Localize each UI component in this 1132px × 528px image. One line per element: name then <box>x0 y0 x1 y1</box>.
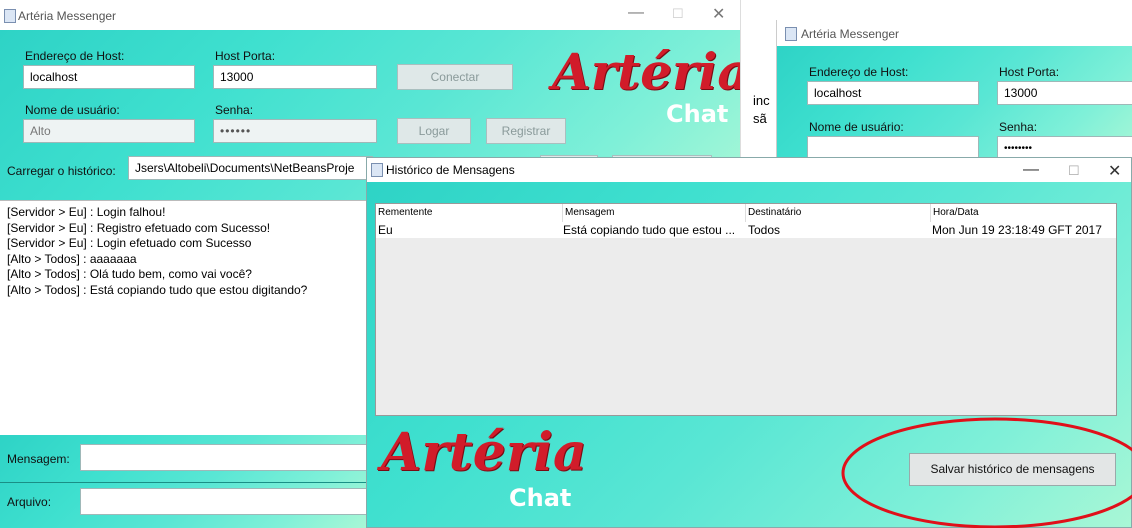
port-field[interactable]: 13000 <box>213 65 377 89</box>
username-label: Nome de usuário: <box>809 120 904 134</box>
minimize-icon[interactable]: — <box>1023 161 1039 179</box>
log-line: [Alto > Todos] : aaaaaaa <box>7 251 137 266</box>
log-line: [Alto > Todos] : Olá tudo bem, como vai … <box>7 267 252 281</box>
partial-text: inc <box>753 93 770 108</box>
app-logo-chat: Chat <box>509 484 572 512</box>
password-label: Senha: <box>215 103 254 117</box>
column-divider <box>930 204 931 222</box>
main-window-title: Artéria Messenger <box>18 9 117 23</box>
close-icon[interactable]: ✕ <box>712 4 725 24</box>
app-logo-chat: Chat <box>666 100 729 128</box>
table-row[interactable]: Eu Está copiando tudo que estou ... Todo… <box>376 222 1116 238</box>
annotation-ellipse <box>841 417 1132 528</box>
host-label: Endereço de Host: <box>25 49 125 63</box>
right-connection-panel: Endereço de Host: localhost Host Porta: … <box>777 46 1132 160</box>
log-line: [Servidor > Eu] : Registro efetuado com … <box>7 220 271 235</box>
chat-log[interactable]: [Servidor > Eu] : Login falhou! [Servido… <box>0 200 368 436</box>
message-label: Mensagem: <box>7 452 70 466</box>
history-path-field[interactable]: Jsers\Altobeli\Documents\NetBeansProje <box>128 156 373 180</box>
app-logo: Artéria <box>552 42 750 101</box>
column-header-sender[interactable]: Rementente <box>378 207 432 218</box>
port-field[interactable]: 13000 <box>997 81 1132 105</box>
column-header-datetime[interactable]: Hora/Data <box>933 207 979 218</box>
file-input[interactable] <box>80 488 370 515</box>
file-label: Arquivo: <box>7 495 52 509</box>
divider <box>0 482 368 483</box>
column-divider <box>745 204 746 222</box>
log-line: [Servidor > Eu] : Login efetuado com Suc… <box>7 236 252 250</box>
java-app-icon <box>4 9 16 23</box>
right-window: Artéria Messenger Endereço de Host: loca… <box>776 20 1132 160</box>
history-label: Carregar o histórico: <box>7 164 116 178</box>
host-field[interactable]: localhost <box>23 65 195 89</box>
annotation-ellipse-stroke <box>841 417 1132 528</box>
log-line: [Servidor > Eu] : Login falhou! <box>7 205 166 219</box>
column-header-message[interactable]: Mensagem <box>565 207 614 218</box>
connect-button[interactable]: Conectar <box>397 64 513 90</box>
cell-datetime: Mon Jun 19 23:18:49 GFT 2017 <box>932 223 1102 237</box>
message-panel: Mensagem: Arquivo: <box>0 435 370 528</box>
host-label: Endereço de Host: <box>809 65 909 79</box>
cell-sender: Eu <box>378 223 393 237</box>
partial-text: sã <box>753 111 767 126</box>
password-label: Senha: <box>999 120 1038 134</box>
cell-message: Está copiando tudo que estou ... <box>563 223 736 237</box>
password-field[interactable]: •••••• <box>213 119 377 143</box>
right-window-title: Artéria Messenger <box>801 27 900 41</box>
port-label: Host Porta: <box>215 49 276 63</box>
log-line: [Alto > Todos] : Está copiando tudo que … <box>7 282 308 297</box>
maximize-icon[interactable]: ☐ <box>672 6 684 22</box>
java-app-icon <box>785 27 797 41</box>
login-button[interactable]: Logar <box>397 118 471 144</box>
column-divider <box>562 204 563 222</box>
right-window-titlebar: Artéria Messenger <box>777 20 1132 46</box>
port-label: Host Porta: <box>999 65 1060 79</box>
username-field[interactable]: Alto <box>23 119 195 143</box>
register-button[interactable]: Registrar <box>486 118 566 144</box>
cell-recipient: Todos <box>748 223 781 237</box>
minimize-icon[interactable]: — <box>628 4 644 22</box>
column-header-recipient[interactable]: Destinatário <box>748 207 801 218</box>
history-title: Histórico de Mensagens <box>386 163 515 177</box>
history-titlebar: Histórico de Mensagens — ☐ ✕ <box>367 158 1131 182</box>
maximize-icon[interactable]: ☐ <box>1068 163 1080 179</box>
host-field[interactable]: localhost <box>807 81 979 105</box>
app-logo: Artéria <box>381 422 587 483</box>
username-label: Nome de usuário: <box>25 103 120 117</box>
history-table[interactable]: Rementente Mensagem Destinatário Hora/Da… <box>375 203 1117 416</box>
main-window-titlebar: Artéria Messenger — ☐ ✕ <box>0 0 740 30</box>
close-icon[interactable]: ✕ <box>1108 161 1121 181</box>
message-input[interactable] <box>80 444 370 471</box>
table-header: Rementente Mensagem Destinatário Hora/Da… <box>376 204 1116 223</box>
java-app-icon <box>371 163 383 177</box>
